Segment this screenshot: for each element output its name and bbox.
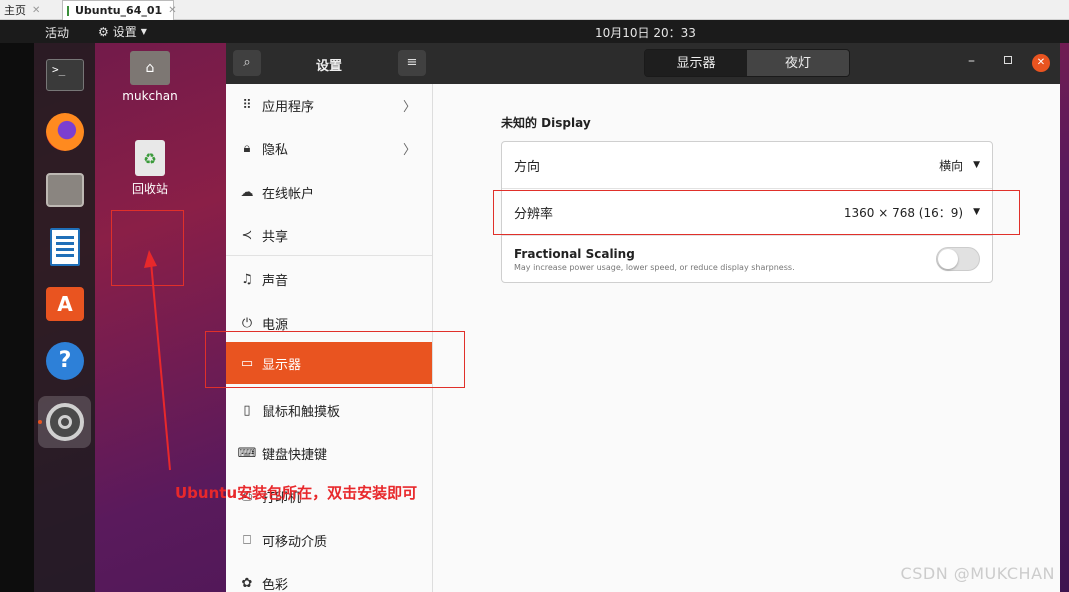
annotation-arrow	[144, 250, 171, 471]
arrow-line	[150, 261, 171, 471]
arrow-head	[144, 250, 157, 268]
watermark: CSDN @MUKCHAN	[900, 564, 1055, 583]
annotation-text: Ubuntu安装包所在，双击安装即可	[175, 484, 418, 502]
screenshot: { "vm_tabs": {"home": "主页", "vm": "Ubunt…	[0, 0, 1069, 592]
